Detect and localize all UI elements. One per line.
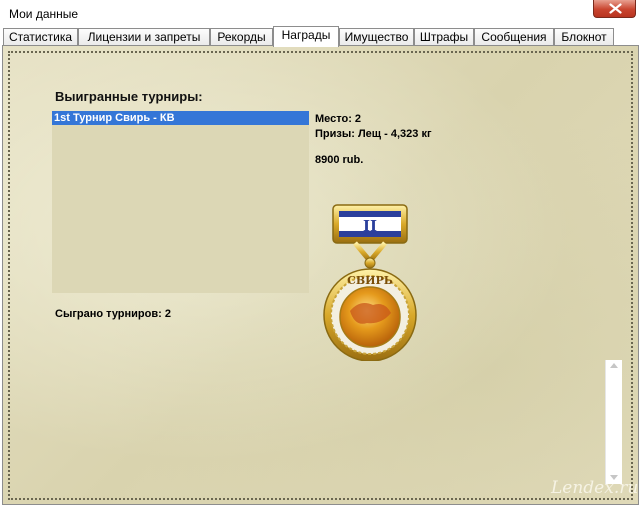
tab-records[interactable]: Рекорды <box>210 28 273 46</box>
title-bar: Мои данные <box>0 0 642 26</box>
won-tournaments-heading: Выигранные турниры: <box>55 89 203 104</box>
tournament-list[interactable]: 1st Турнир Свирь - КВ <box>52 111 309 293</box>
awards-panel: Выигранные турниры: 1st Турнир Свирь - К… <box>2 45 639 505</box>
money-value: 8900 rub. <box>315 154 364 166</box>
tab-property[interactable]: Имущество <box>339 28 414 46</box>
scroll-up-icon[interactable] <box>610 363 618 368</box>
close-button[interactable] <box>593 0 636 18</box>
tab-messages[interactable]: Сообщения <box>474 28 554 46</box>
tab-bar: Статистика Лицензии и запреты Рекорды На… <box>0 26 642 47</box>
my-data-window: Мои данные Статистика Лицензии и запреты… <box>0 0 642 507</box>
place-value: Место: 2 <box>315 113 362 125</box>
tab-fines[interactable]: Штрафы <box>414 28 474 46</box>
watermark: Lendex.ru <box>551 478 639 498</box>
tab-awards[interactable]: Награды <box>273 26 339 47</box>
list-item[interactable]: 1st Турнир Свирь - КВ <box>52 111 309 125</box>
prizes-value: Призы: Лещ - 4,323 кг <box>315 128 432 140</box>
tab-licenses[interactable]: Лицензии и запреты <box>78 28 210 46</box>
close-icon <box>609 3 622 14</box>
window-title: Мои данные <box>9 7 79 21</box>
tab-notepad[interactable]: Блокнот <box>554 28 614 46</box>
ribbon-rank-text: II <box>363 217 377 235</box>
medal-name-text: СВИРЬ <box>347 274 393 287</box>
scrollbar[interactable] <box>605 360 622 484</box>
tournaments-played: Сыграно турниров: 2 <box>55 308 171 320</box>
medal-image: II СВИРЬ <box>323 204 417 361</box>
tab-statistics[interactable]: Статистика <box>3 28 78 46</box>
